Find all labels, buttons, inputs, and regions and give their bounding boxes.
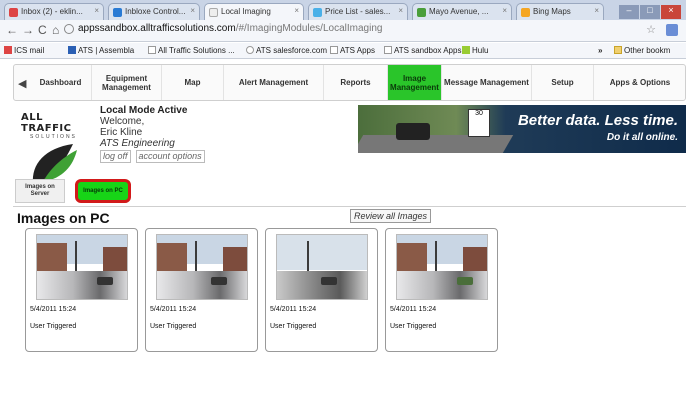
cloud-icon (313, 8, 322, 17)
home-icon[interactable]: ⌂ (52, 23, 59, 37)
browser-tab[interactable]: Inbox (2) - eklin... × (4, 3, 104, 20)
user-name: Eric Kline (100, 127, 143, 138)
image-card[interactable]: 5/4/2011 15:24 User Triggered (25, 228, 138, 352)
banner-road (358, 135, 514, 153)
bookmark-item[interactable]: All Traffic Solutions ... (148, 46, 235, 55)
nav-image-management[interactable]: Image Management (388, 65, 442, 100)
image-trigger: User Triggered (30, 323, 77, 330)
banner-headline: Better data. Less time. (517, 112, 678, 129)
organization-name: ATS Engineering (100, 138, 175, 149)
image-thumbnail[interactable] (36, 234, 128, 300)
image-card[interactable]: 5/4/2011 15:24 User Triggered (145, 228, 258, 352)
maximize-icon[interactable]: □ (640, 5, 660, 19)
bookmark-item[interactable]: ICS mail (4, 46, 44, 55)
promo-banner: 30 Better data. Less time. Do it all onl… (358, 105, 686, 153)
reload-icon[interactable]: C (38, 23, 47, 37)
gmail-icon (4, 46, 12, 54)
nav-message-management[interactable]: Message Management (442, 65, 532, 100)
image-trigger: User Triggered (270, 323, 317, 330)
bookmark-item[interactable]: ATS sandbox Apps (384, 46, 461, 55)
close-window-icon[interactable]: × (661, 5, 681, 19)
image-thumbnail[interactable] (156, 234, 248, 300)
image-thumbnail[interactable] (276, 234, 368, 300)
wrench-icon[interactable] (666, 24, 678, 36)
image-timestamp: 5/4/2011 15:24 (390, 306, 437, 313)
browser-tab[interactable]: Price List - sales... × (308, 3, 408, 20)
address-bar-row: ← → C ⌂ appssandbox.alltrafficsolutions.… (0, 20, 686, 42)
globe-icon (64, 24, 74, 34)
close-icon[interactable]: × (398, 6, 403, 15)
company-logo: ALL TRAFFIC SOLUTIONS (21, 112, 95, 184)
image-trigger: User Triggered (390, 323, 437, 330)
more-bookmarks-icon[interactable]: » (598, 46, 602, 55)
window-controls: – □ × (618, 0, 686, 19)
gmail-icon (9, 8, 18, 17)
image-thumbnail[interactable] (396, 234, 488, 300)
page-icon (384, 46, 392, 54)
bookmark-item[interactable]: ATS | Assembla (68, 46, 134, 55)
tab-images-on-server[interactable]: Images on Server (15, 179, 65, 203)
logoff-button[interactable]: log off (100, 150, 131, 163)
main-nav: ◀ Dashboard Equipment Management Map Ale… (13, 64, 686, 101)
cloud-icon (246, 46, 254, 54)
image-card[interactable]: 5/4/2011 15:24 User Triggered (265, 228, 378, 352)
banner-subline: Do it all online. (606, 132, 678, 143)
nav-dashboard[interactable]: Dashboard (30, 65, 92, 100)
page-icon (209, 8, 218, 17)
image-timestamp: 5/4/2011 15:24 (30, 306, 77, 313)
hulu-icon (462, 46, 470, 54)
minimize-icon[interactable]: – (619, 5, 639, 19)
section-title: Images on PC (17, 210, 110, 226)
close-icon[interactable]: × (294, 6, 299, 15)
welcome-text: Welcome, (100, 116, 145, 127)
close-icon[interactable]: × (594, 6, 599, 15)
browser-tab-strip: Inbox (2) - eklin... × Inbloxe Control..… (0, 0, 686, 20)
browser-tab[interactable]: Bing Maps × (516, 3, 604, 20)
bing-icon (521, 8, 530, 17)
bookmark-item[interactable]: ATS salesforce.com (246, 46, 327, 55)
forward-icon[interactable]: → (22, 23, 34, 37)
banner-truck (396, 123, 430, 140)
close-icon[interactable]: × (94, 6, 99, 15)
welcome-panel: Local Mode Active Welcome, Eric Kline AT… (100, 105, 210, 163)
bookmark-item[interactable]: ATS Apps (330, 46, 375, 55)
image-timestamp: 5/4/2011 15:24 (150, 306, 197, 313)
back-icon[interactable]: ← (6, 23, 18, 37)
close-icon[interactable]: × (190, 6, 195, 15)
browser-tab[interactable]: Mayo Avenue, ... × (412, 3, 512, 20)
nav-setup[interactable]: Setup (532, 65, 594, 100)
assembla-icon (68, 46, 76, 54)
close-icon[interactable]: × (502, 6, 507, 15)
image-timestamp: 5/4/2011 15:24 (270, 306, 317, 313)
maps-icon (417, 8, 426, 17)
speed-sign-icon: 30 (468, 109, 490, 137)
url-input[interactable]: appssandbox.alltrafficsolutions.com/#/Im… (64, 23, 644, 38)
nav-left-arrow-icon[interactable]: ◀ (18, 77, 26, 90)
bookmark-item[interactable]: Hulu (462, 46, 488, 55)
nav-map[interactable]: Map (162, 65, 224, 100)
bookmark-star-icon[interactable]: ☆ (646, 23, 656, 36)
nav-alert-management[interactable]: Alert Management (224, 65, 324, 100)
browser-tab-active[interactable]: Local Imaging × (204, 3, 304, 20)
mode-status: Local Mode Active (100, 105, 188, 116)
image-card[interactable]: 5/4/2011 15:24 User Triggered (385, 228, 498, 352)
folder-icon (614, 46, 622, 54)
browser-tab[interactable]: Inbloxe Control... × (108, 3, 200, 20)
account-options-button[interactable]: account options (135, 150, 205, 163)
nav-apps-options[interactable]: Apps & Options (594, 65, 686, 100)
bookmark-item[interactable]: Other bookm (614, 46, 670, 55)
image-trigger: User Triggered (150, 323, 197, 330)
nav-equipment-management[interactable]: Equipment Management (92, 65, 162, 100)
nav-reports[interactable]: Reports (324, 65, 388, 100)
page-icon (148, 46, 156, 54)
review-all-images-button[interactable]: Review all Images (350, 209, 432, 223)
page-icon (330, 46, 338, 54)
bookmarks-bar: ICS mail ATS | Assembla All Traffic Solu… (0, 43, 686, 59)
site-favicon-icon (113, 8, 122, 17)
divider (13, 206, 686, 207)
tab-images-on-pc[interactable]: Images on PC (75, 179, 131, 203)
